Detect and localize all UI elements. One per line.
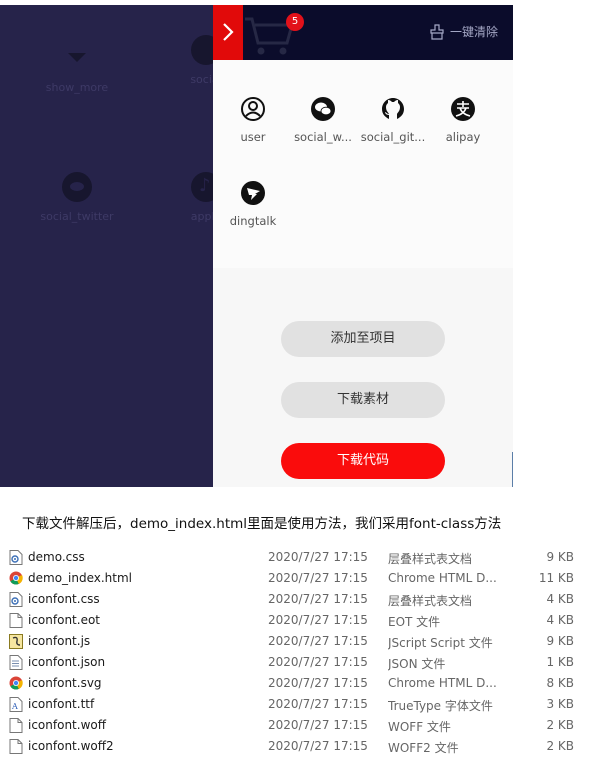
css-file-icon xyxy=(9,592,23,607)
file-size: 3 KB xyxy=(546,697,574,711)
collapse-panel-button[interactable] xyxy=(213,5,243,60)
file-type: 层叠样式表文档 xyxy=(388,594,473,608)
file-size: 1 KB xyxy=(546,655,574,669)
file-row[interactable]: demo_index.html 2020/7/27 17:15 Chrome HTM… xyxy=(0,568,593,589)
file-type: Chrome HTML D... xyxy=(388,571,497,585)
file-size: 4 KB xyxy=(546,592,574,606)
file-type: WOFF 文件 xyxy=(388,720,451,734)
file-size: 11 KB xyxy=(538,571,574,585)
svg-text:A: A xyxy=(11,702,18,711)
file-name: iconfont.ttf xyxy=(28,697,95,711)
file-name: iconfont.woff2 xyxy=(28,739,114,753)
file-size: 4 KB xyxy=(546,613,574,627)
alipay-icon xyxy=(451,97,475,121)
json-file-icon xyxy=(9,655,23,670)
file-size: 9 KB xyxy=(546,550,574,564)
bg-icon-show-more: show_more xyxy=(12,43,142,94)
file-date: 2020/7/27 17:15 xyxy=(268,634,368,648)
chrome-icon xyxy=(9,676,23,691)
file-size: 8 KB xyxy=(546,676,574,690)
file-row[interactable]: Aiconfont.ttf 2020/7/27 17:15 TrueType 字体文… xyxy=(0,694,593,715)
font-file-icon: A xyxy=(9,697,23,712)
chevron-right-icon xyxy=(223,23,234,41)
css-file-icon xyxy=(9,550,23,565)
file-row[interactable]: iconfont.woff2 2020/7/27 17:15 WOFF2 文件 2 K… xyxy=(0,736,593,757)
file-size: 2 KB xyxy=(546,739,574,753)
file-size: 9 KB xyxy=(546,634,574,648)
blank-file-icon xyxy=(9,718,23,733)
file-type: EOT 文件 xyxy=(388,615,441,629)
file-row[interactable]: iconfont.css 2020/7/27 17:15 层叠样式表文档 4 KB xyxy=(0,589,593,610)
selected-icon-wechat[interactable]: social_w... xyxy=(288,96,358,144)
file-name: demo.css xyxy=(28,550,85,564)
file-row[interactable]: iconfont.eot 2020/7/27 17:15 EOT 文件 4 KB xyxy=(0,610,593,631)
dingtalk-icon xyxy=(241,181,265,205)
cart-header: 5 一键清除 xyxy=(213,5,513,60)
file-row[interactable]: iconfont.woff 2020/7/27 17:15 WOFF 文件 2 KB xyxy=(0,715,593,736)
file-name: iconfont.css xyxy=(28,592,100,606)
bg-icon-twitter: social_twitter xyxy=(12,172,142,223)
file-name: iconfont.js xyxy=(28,634,91,648)
blank-file-icon xyxy=(9,739,23,754)
cart-count-badge: 5 xyxy=(286,13,304,31)
file-list: demo.css 2020/7/27 17:15 层叠样式表文档 9 KB demo_i… xyxy=(0,547,593,757)
file-type: JScript Script 文件 xyxy=(388,636,493,650)
window-edge xyxy=(512,452,513,487)
file-name: demo_index.html xyxy=(28,571,133,585)
file-date: 2020/7/27 17:15 xyxy=(268,697,368,711)
file-type: Chrome HTML D... xyxy=(388,676,497,690)
clear-all-button[interactable]: 一键清除 xyxy=(429,23,498,40)
clear-all-label: 一键清除 xyxy=(449,25,498,39)
add-to-project-button[interactable]: 添加至项目 xyxy=(281,321,445,357)
file-name: iconfont.woff xyxy=(28,718,106,732)
cart-panel: 5 一键清除 user social_w... social_git... al… xyxy=(213,5,513,487)
file-type: WOFF2 文件 xyxy=(388,741,459,755)
file-row[interactable]: demo.css 2020/7/27 17:15 层叠样式表文档 9 KB xyxy=(0,547,593,568)
file-row[interactable]: iconfont.svg 2020/7/27 17:15 Chrome HTML D… xyxy=(0,673,593,694)
script-file-icon xyxy=(9,634,23,649)
github-icon xyxy=(382,98,404,119)
twitter-icon xyxy=(62,172,92,202)
broom-icon xyxy=(430,23,444,40)
instruction-caption: 下载文件解压后，demo_index.html里面是使用方法，我们采用font-… xyxy=(22,516,502,532)
file-row[interactable]: iconfont.json 2020/7/27 17:15 JSON 文件 1 KB xyxy=(0,652,593,673)
file-type: TrueType 字体文件 xyxy=(388,699,493,713)
file-date: 2020/7/27 17:15 xyxy=(268,550,368,564)
blank-file-icon xyxy=(9,613,23,628)
selected-icon-github[interactable]: social_git... xyxy=(358,96,428,144)
iconfont-cart-screenshot: show_more social social_twitter apple xyxy=(0,5,513,487)
file-name: iconfont.json xyxy=(28,655,106,669)
file-row[interactable]: iconfont.js 2020/7/27 17:15 JScript Script… xyxy=(0,631,593,652)
file-type: 层叠样式表文档 xyxy=(388,552,473,566)
file-name: iconfont.svg xyxy=(28,676,102,690)
user-icon xyxy=(241,97,265,121)
selected-icon-user[interactable]: user xyxy=(218,96,288,144)
file-size: 2 KB xyxy=(546,718,574,732)
file-name: iconfont.eot xyxy=(28,613,100,627)
file-date: 2020/7/27 17:15 xyxy=(268,739,368,753)
selected-icon-alipay[interactable]: alipay xyxy=(428,96,498,144)
file-date: 2020/7/27 17:15 xyxy=(268,676,368,690)
wechat-icon xyxy=(311,97,335,121)
file-date: 2020/7/27 17:15 xyxy=(268,613,368,627)
chrome-icon xyxy=(9,571,23,586)
download-assets-button[interactable]: 下载素材 xyxy=(281,382,445,418)
download-code-button[interactable]: 下载代码 xyxy=(281,443,445,479)
file-date: 2020/7/27 17:15 xyxy=(268,592,368,606)
selected-icons-grid: user social_w... social_git... alipay di… xyxy=(213,60,513,268)
dimmed-icon-grid: show_more social social_twitter apple xyxy=(0,5,222,487)
file-date: 2020/7/27 17:15 xyxy=(268,718,368,732)
file-date: 2020/7/27 17:15 xyxy=(268,571,368,585)
triangle-down-icon xyxy=(62,43,92,73)
file-date: 2020/7/27 17:15 xyxy=(268,655,368,669)
selected-icon-dingtalk[interactable]: dingtalk xyxy=(218,180,288,228)
file-type: JSON 文件 xyxy=(388,657,446,671)
